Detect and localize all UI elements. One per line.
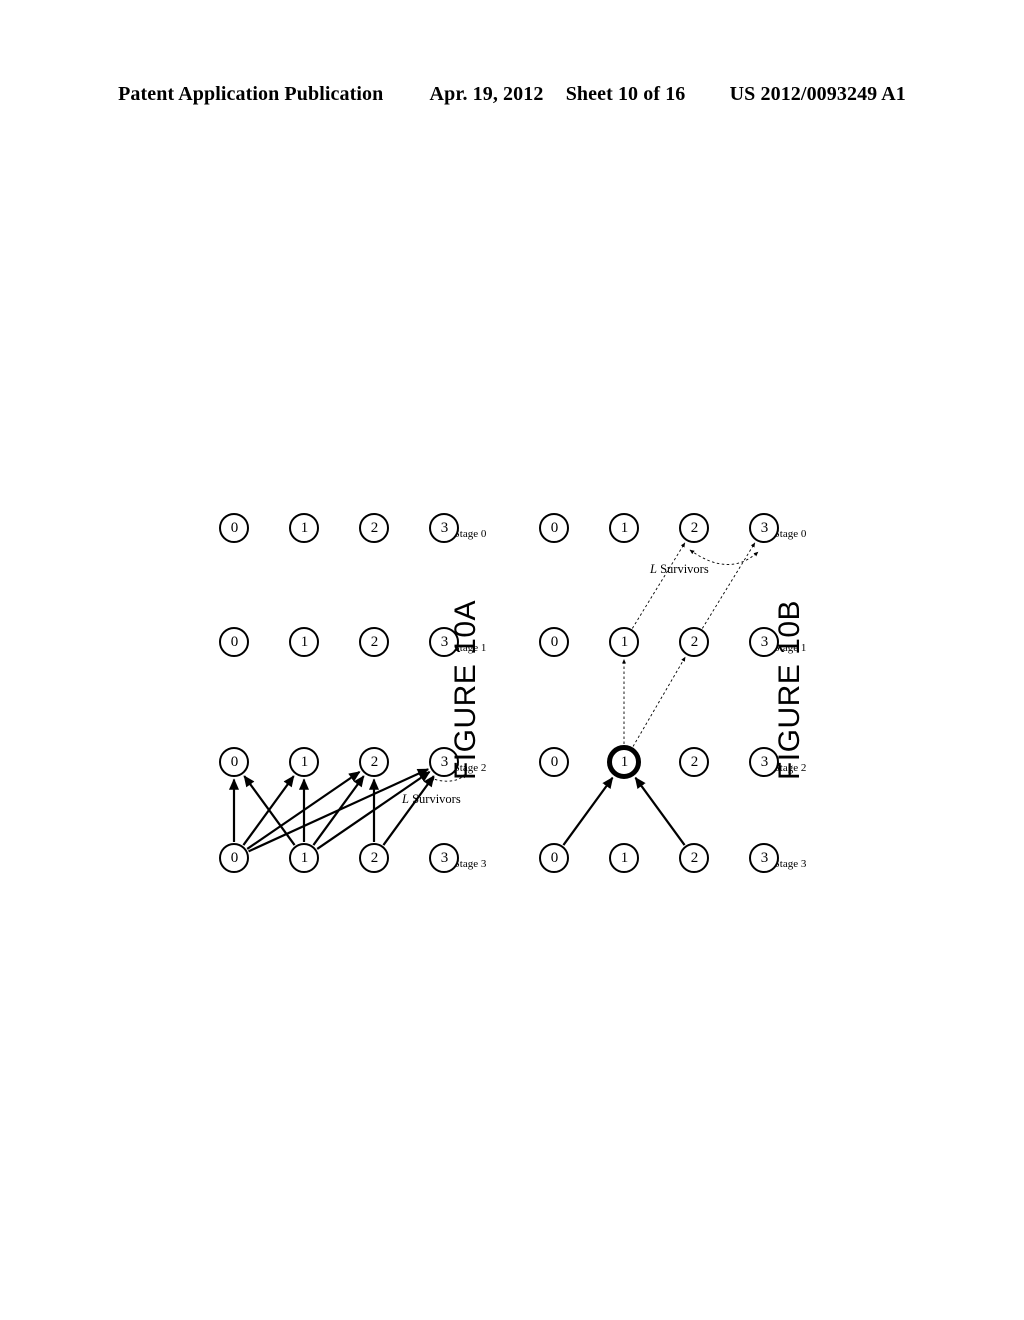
trellis-node-label: 3 <box>760 753 768 770</box>
trellis-node-label: 3 <box>760 849 768 866</box>
figure-10b-caption: FIGURE 10B <box>773 599 806 781</box>
l-survivors-label-10b: L Survivors <box>650 562 709 577</box>
trellis-node-label: 0 <box>550 753 558 770</box>
trellis-node-label: 1 <box>300 753 308 770</box>
trellis-node-label: 3 <box>440 519 448 536</box>
trellis-node-label: 2 <box>690 849 698 866</box>
trellis-node-label: 1 <box>300 519 308 536</box>
trellis-node: 3 <box>429 843 459 873</box>
solid-edge <box>634 776 686 846</box>
l-survivors-label-10a: L Survivors <box>402 792 461 807</box>
trellis-node-label: 1 <box>620 849 628 866</box>
trellis-node: 0 <box>539 513 569 543</box>
survivors-text-10a: Survivors <box>408 792 461 806</box>
figure-stage: 0123012301230123 Stage 0 Stage 1 Stage 2 St… <box>0 0 1024 1320</box>
trellis-node-label: 0 <box>230 849 238 866</box>
trellis-node-label: 0 <box>550 519 558 536</box>
trellis-node-label: 0 <box>550 633 558 650</box>
trellis-node: 2 <box>359 627 389 657</box>
trellis-node: 0 <box>539 627 569 657</box>
trellis-node: 2 <box>679 843 709 873</box>
trellis-node-label: 3 <box>440 849 448 866</box>
dashed-edge <box>701 542 756 629</box>
trellis-node-label: 2 <box>370 519 378 536</box>
trellis-node-label: 1 <box>620 753 628 770</box>
trellis-node-label: 2 <box>690 519 698 536</box>
trellis-node: 2 <box>679 627 709 657</box>
trellis-node: 0 <box>219 843 249 873</box>
survivors-symbol-10a: L <box>402 792 409 806</box>
trellis-node-selected: 1 <box>607 745 641 779</box>
trellis-node: 1 <box>289 747 319 777</box>
dashed-edge <box>632 656 686 747</box>
trellis-node: 1 <box>609 627 639 657</box>
figure-10a-caption: FIGURE 10A <box>449 599 482 781</box>
trellis-node: 2 <box>679 513 709 543</box>
trellis-node: 2 <box>679 747 709 777</box>
trellis-node: 3 <box>749 843 779 873</box>
trellis-node-label: 2 <box>690 753 698 770</box>
trellis-node: 2 <box>359 513 389 543</box>
trellis-node: 0 <box>219 747 249 777</box>
trellis-node-label: 1 <box>300 633 308 650</box>
trellis-node-label: 3 <box>440 753 448 770</box>
trellis-node: 1 <box>609 513 639 543</box>
trellis-node: 0 <box>219 627 249 657</box>
trellis-node: 1 <box>289 843 319 873</box>
trellis-node: 2 <box>359 747 389 777</box>
trellis-node-label: 2 <box>370 753 378 770</box>
survivors-text-10b: Survivors <box>656 562 709 576</box>
trellis-node-label: 0 <box>230 519 238 536</box>
trellis-node-label: 2 <box>370 633 378 650</box>
trellis-node-label: 2 <box>690 633 698 650</box>
trellis-node-label: 1 <box>300 849 308 866</box>
trellis-node: 0 <box>219 513 249 543</box>
trellis-node-label: 3 <box>760 519 768 536</box>
trellis-node: 1 <box>289 627 319 657</box>
trellis-node: 3 <box>749 513 779 543</box>
solid-edge <box>562 776 614 846</box>
trellis-node-label: 2 <box>370 849 378 866</box>
trellis-node: 3 <box>429 513 459 543</box>
trellis-node: 0 <box>539 747 569 777</box>
trellis-node: 1 <box>289 513 319 543</box>
trellis-node-label: 1 <box>620 519 628 536</box>
trellis-node-label: 3 <box>440 633 448 650</box>
trellis-node-label: 3 <box>760 633 768 650</box>
trellis-node: 2 <box>359 843 389 873</box>
dashed-edge <box>631 542 686 629</box>
survivors-symbol-10b: L <box>650 562 657 576</box>
trellis-node-label: 0 <box>550 849 558 866</box>
trellis-node: 1 <box>609 843 639 873</box>
trellis-node-label: 0 <box>230 753 238 770</box>
trellis-node-label: 0 <box>230 633 238 650</box>
trellis-node: 0 <box>539 843 569 873</box>
trellis-node-label: 1 <box>620 633 628 650</box>
